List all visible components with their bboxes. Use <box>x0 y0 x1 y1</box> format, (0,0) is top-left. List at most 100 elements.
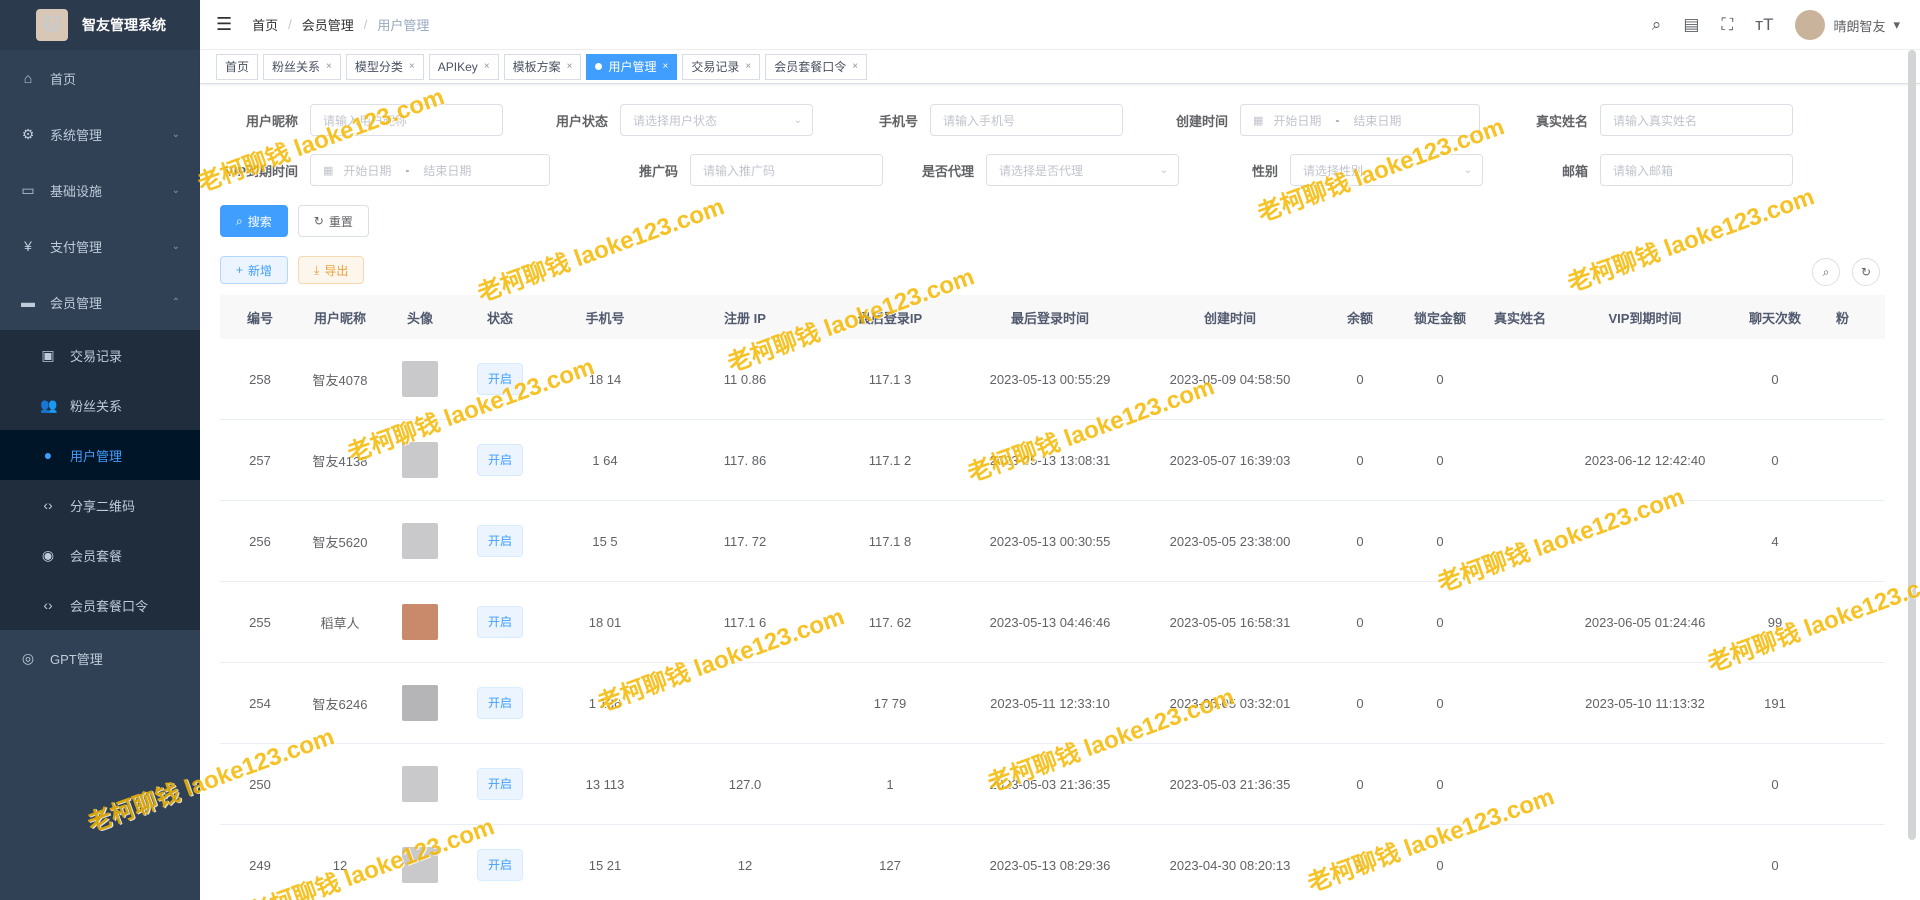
sidebar-item-package-codes[interactable]: ‹› 会员套餐口令 <box>0 580 200 630</box>
avatar[interactable] <box>402 523 438 559</box>
close-icon[interactable]: × <box>326 55 332 79</box>
close-icon[interactable]: × <box>409 55 415 79</box>
col-header[interactable]: 最后登录IP <box>820 308 960 327</box>
table-row[interactable]: 256 智友5620 开启 15 5 117. 72 117.1 8 2023-05-13 … <box>220 501 1885 582</box>
sidebar-item-infra[interactable]: ▭ 基础设施 ⌄ <box>0 162 200 218</box>
close-icon[interactable]: × <box>662 55 668 79</box>
refresh-button[interactable]: ↻ <box>1852 258 1880 286</box>
table-row[interactable]: 254 智友6246 开启 1 136 17 79 2023-05-11 12:33:10… <box>220 663 1885 744</box>
cell-id: 258 <box>249 371 271 387</box>
tag-home[interactable]: 首页 <box>216 53 259 80</box>
search-button[interactable]: ⌕ 搜索 <box>220 205 288 237</box>
sidebar-item-home[interactable]: ⌂ 首页 <box>0 50 200 106</box>
email-input[interactable]: 请输入邮箱 <box>1600 154 1793 186</box>
sidebar-item-label: 会员套餐 <box>70 548 123 564</box>
breadcrumb-member[interactable]: 会员管理 <box>302 15 354 34</box>
avatar[interactable] <box>402 442 438 478</box>
col-header[interactable]: VIP到期时间 <box>1560 308 1730 327</box>
col-header[interactable]: 粉 <box>1820 308 1865 327</box>
created-range[interactable]: ▦ 开始日期 - 结束日期 <box>1240 104 1480 136</box>
sidebar-item-payment[interactable]: ¥ 支付管理 ⌄ <box>0 218 200 274</box>
export-button[interactable]: ⤓ 导出 <box>298 256 365 284</box>
table-row[interactable]: 258 智友4078 开启 18 14 11 0.86 117.1 3 2023-05-13… <box>220 339 1885 420</box>
dashboard-icon: ⌂ <box>23 70 33 86</box>
status-select[interactable]: 请选择用户状态 ⌄ <box>620 104 813 136</box>
add-button[interactable]: + 新增 <box>220 256 289 284</box>
status-badge[interactable]: 开启 <box>476 687 523 719</box>
status-badge[interactable]: 开启 <box>476 525 523 557</box>
status-badge[interactable]: 开启 <box>476 768 523 800</box>
logo[interactable]: 🐱 智友管理系统 <box>0 0 200 50</box>
close-icon[interactable]: × <box>852 55 858 79</box>
cell-avatar <box>380 604 460 640</box>
sidebar-item-users[interactable]: ● 用户管理 <box>0 430 200 480</box>
close-icon[interactable]: × <box>484 55 490 79</box>
vip-range[interactable]: ▦ 开始日期 - 结束日期 <box>310 154 550 186</box>
fullscreen-icon[interactable]: ⛶ <box>1721 15 1733 35</box>
tag-package-codes[interactable]: 会员套餐口令 × <box>765 53 868 80</box>
status-badge[interactable]: 开启 <box>476 606 523 638</box>
filter-created: 创建时间 ▦ 开始日期 - 结束日期 <box>1150 104 1480 136</box>
close-icon[interactable]: × <box>567 55 573 79</box>
breadcrumb-home[interactable]: 首页 <box>252 15 278 34</box>
sidebar-item-packages[interactable]: ◉ 会员套餐 <box>0 530 200 580</box>
col-header[interactable]: 余额 <box>1320 308 1400 327</box>
status-badge[interactable]: 开启 <box>476 849 523 881</box>
search-icon[interactable]: ⌕ <box>1652 15 1662 35</box>
col-header[interactable]: 手机号 <box>540 308 670 327</box>
table-row[interactable]: 249 12 开启 15 21 12 127 2023-05-13 08:29:36 2023… <box>220 825 1885 900</box>
col-header[interactable]: 状态 <box>460 308 540 327</box>
col-header[interactable]: 锁定金额 <box>1400 308 1480 327</box>
tag-model-category[interactable]: 模型分类 × <box>345 53 424 80</box>
placeholder: 请选择性别 <box>1303 163 1364 178</box>
sidebar-item-gpt[interactable]: ◎ GPT管理 <box>0 630 200 686</box>
tag-fans[interactable]: 粉丝关系 × <box>263 53 341 80</box>
table-row[interactable]: 255 稻草人 开启 18 01 117.1 6 117. 62 2023-05-13 04… <box>220 582 1885 663</box>
submenu-member: ▣ 交易记录 👥 粉丝关系 ● 用户管理 ‹› 分享二维码 ◉ 会员套餐 ‹› … <box>0 330 200 630</box>
table-row[interactable]: 250 开启 13 113 127.0 1 2023-05-03 21:36:35 2023… <box>220 744 1885 825</box>
cell-nick: 智友5620 <box>312 534 368 550</box>
agent-select[interactable]: 请选择是否代理 ⌄ <box>986 154 1179 186</box>
gender-select[interactable]: 请选择性别 ⌄ <box>1290 154 1483 186</box>
avatar[interactable] <box>402 685 438 721</box>
tag-transactions[interactable]: 交易记录 × <box>682 53 761 80</box>
col-header[interactable]: 聊天次数 <box>1730 308 1820 327</box>
nickname-input[interactable]: 请输入用户昵称 <box>310 104 503 136</box>
cell-id: 249 <box>249 857 271 873</box>
user-menu[interactable]: 晴朗智友 ▾ <box>1795 10 1900 40</box>
scrollbar[interactable] <box>1908 50 1916 840</box>
promo-input[interactable]: 请输入推广码 <box>690 154 883 186</box>
status-badge[interactable]: 开启 <box>476 444 523 476</box>
table-row[interactable]: 257 智友4138 开启 1 64 117. 86 117.1 2 2023-05-13 … <box>220 420 1885 501</box>
col-header[interactable]: 最后登录时间 <box>960 308 1140 327</box>
col-header[interactable]: 用户昵称 <box>300 308 380 327</box>
avatar[interactable] <box>402 847 438 883</box>
avatar[interactable] <box>402 361 438 397</box>
sidebar-item-fans[interactable]: 👥 粉丝关系 <box>0 380 200 430</box>
realname-input[interactable]: 请输入真实姓名 <box>1600 104 1793 136</box>
tag-apikey[interactable]: APIKey × <box>428 53 499 80</box>
col-header[interactable]: 头像 <box>380 308 460 327</box>
avatar[interactable] <box>402 604 438 640</box>
sidebar-item-share-qr[interactable]: ‹› 分享二维码 <box>0 480 200 530</box>
phone-input[interactable]: 请输入手机号 <box>930 104 1123 136</box>
close-icon[interactable]: × <box>745 55 751 79</box>
tag-templates[interactable]: 模板方案 × <box>503 53 582 80</box>
col-header[interactable]: 编号 <box>220 308 300 327</box>
sidebar-item-transactions[interactable]: ▣ 交易记录 <box>0 330 200 380</box>
reset-button[interactable]: ↻ 重置 <box>297 205 369 237</box>
avatar[interactable] <box>402 766 438 802</box>
col-header[interactable]: 真实姓名 <box>1480 308 1560 327</box>
sidebar-item-system[interactable]: ⚙ 系统管理 ⌄ <box>0 106 200 162</box>
font-size-icon[interactable]: ᴛT <box>1755 15 1773 35</box>
sidebar-item-member[interactable]: ▬ 会员管理 ⌃ <box>0 274 200 330</box>
toggle-search-button[interactable]: ⌕ <box>1812 258 1840 286</box>
refresh-icon: ↻ <box>1860 265 1872 279</box>
filter-label: 创建时间 <box>1175 113 1228 129</box>
tag-users[interactable]: 用户管理 × <box>586 53 678 80</box>
status-badge[interactable]: 开启 <box>476 363 523 395</box>
col-header[interactable]: 注册 IP <box>670 308 820 327</box>
col-header[interactable]: 创建时间 <box>1140 308 1320 327</box>
hamburger-icon[interactable]: ☰ <box>216 14 232 35</box>
message-icon[interactable]: ▤ <box>1683 15 1699 35</box>
